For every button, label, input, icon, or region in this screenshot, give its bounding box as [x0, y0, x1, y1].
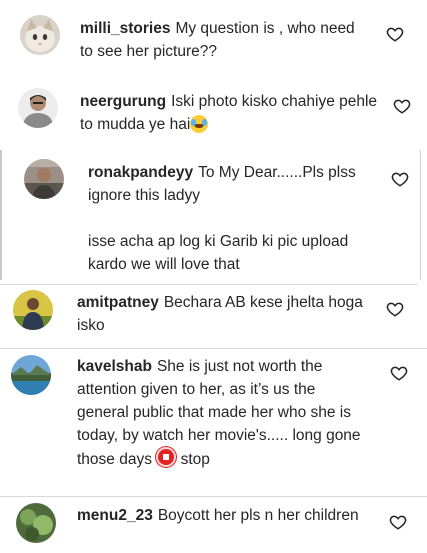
landscape-avatar-icon[interactable] [11, 355, 51, 395]
cat-avatar-icon[interactable] [20, 15, 60, 55]
stop-sign-emoji [156, 447, 177, 467]
comment-text: menu2_23 Boycott her pls n her children [77, 504, 367, 527]
comment-text: neergurung Iski photo kisko chahiye pehle… [80, 90, 380, 136]
comment-panel-3: amitpatney Bechara AB kese jhelta hoga is… [0, 284, 418, 349]
comment-text: kavelshab She is just not worth the atten… [77, 355, 367, 471]
man-avatar-icon[interactable] [18, 88, 58, 128]
comment-text: milli_stories My question is , who need t… [80, 17, 370, 63]
heart-outline-icon[interactable] [386, 25, 404, 43]
comment-body-end: stop [180, 451, 210, 468]
person-avatar-icon[interactable] [24, 159, 64, 199]
comment-username[interactable]: amitpatney [77, 294, 159, 311]
heart-outline-icon[interactable] [393, 97, 411, 115]
comment-text: amitpatney Bechara AB kese jhelta hoga is… [77, 291, 377, 337]
heart-outline-icon[interactable] [391, 170, 409, 188]
laughing-tears-emoji [190, 115, 209, 133]
comment-username[interactable]: ronakpandeyy [88, 164, 193, 181]
plant-avatar-icon[interactable] [16, 503, 56, 543]
man-outdoor-avatar-icon[interactable] [13, 290, 53, 330]
comment-panel-5: menu2_23 Boycott her pls n her children [0, 496, 427, 553]
comment-username[interactable]: menu2_23 [77, 507, 153, 524]
comment-username[interactable]: kavelshab [77, 358, 152, 375]
comment-panel-2: ronakpandeyy To My Dear......Pls plss ign… [0, 150, 421, 280]
comment-username[interactable]: milli_stories [80, 20, 170, 37]
comment-panel-1: milli_stories My question is , who need t… [0, 0, 427, 150]
heart-outline-icon[interactable] [390, 364, 408, 382]
comment-text: ronakpandeyy To My Dear......Pls plss ign… [88, 161, 388, 207]
comment-text-continued: isse acha ap log ki Garib ki pic upload … [88, 233, 349, 273]
comment-body: Boycott her pls n her children [157, 507, 359, 524]
heart-outline-icon[interactable] [386, 300, 404, 318]
heart-outline-icon[interactable] [389, 513, 407, 531]
comment-username[interactable]: neergurung [80, 93, 166, 110]
comment-panel-4: kavelshab She is just not worth the atten… [0, 348, 427, 497]
